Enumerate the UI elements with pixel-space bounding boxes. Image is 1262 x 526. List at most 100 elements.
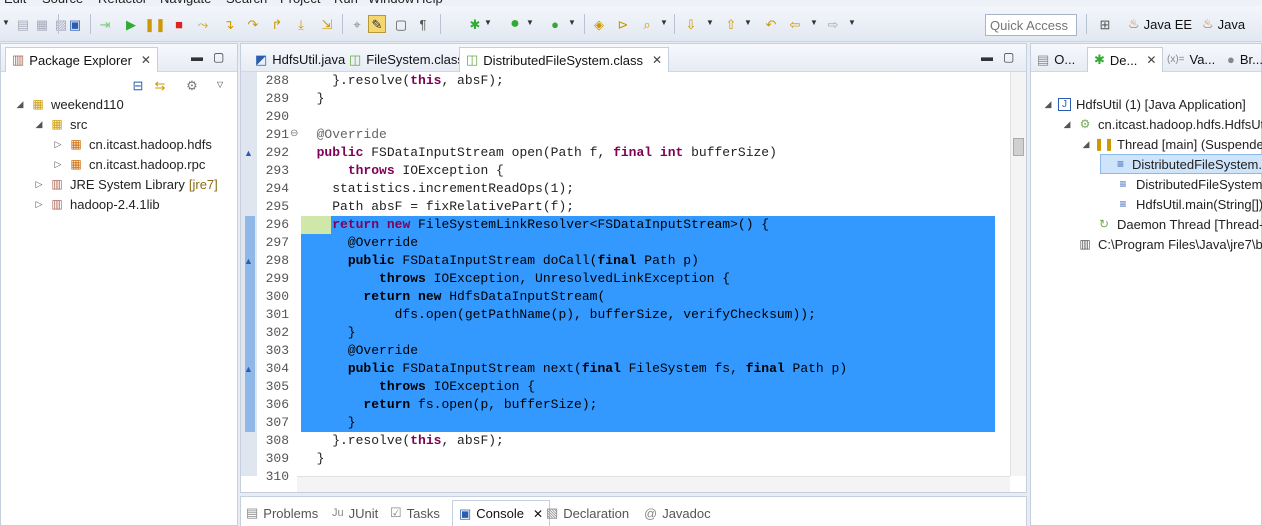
open-type-icon[interactable]: ⊳ (614, 15, 632, 33)
tab-debug[interactable]: ✱ De... ✕ (1087, 47, 1164, 72)
collapsed-icon[interactable]: ▷ (53, 139, 63, 150)
tab-package-explorer[interactable]: ▥ Package Explorer ✕ (5, 47, 158, 72)
tab-problems[interactable]: ▤ Problems (246, 500, 318, 526)
show-whitespace-icon[interactable]: ¶ (414, 15, 432, 33)
view-menu-dropdown-icon[interactable]: ▽ (217, 80, 223, 89)
debug-tree-item[interactable]: ◢ J HdfsUtil (1) [Java Application] (1043, 94, 1246, 114)
tab-tasks[interactable]: ☑ Tasks (390, 500, 440, 526)
link-with-editor-icon[interactable]: ⇆ (151, 76, 169, 94)
vertical-scrollbar[interactable] (1010, 72, 1026, 476)
skip-breakpoints-icon[interactable]: ⇥ (96, 15, 114, 33)
close-icon[interactable]: ✕ (652, 53, 662, 67)
terminal-icon[interactable]: ▣ (66, 15, 84, 33)
tab-variables[interactable]: (x)= Va... (1161, 47, 1221, 72)
previous-annotation-icon[interactable]: ⇧ (722, 15, 740, 33)
disconnect-icon[interactable]: ⤳ (194, 15, 212, 33)
back-icon[interactable]: ⇦ (786, 15, 804, 33)
back-dropdown-icon[interactable]: ▼ (810, 18, 818, 27)
debug-tree-item[interactable]: ◢ ❚❚ Thread [main] (Suspende (1081, 134, 1262, 154)
step-over-icon[interactable]: ↷ (244, 15, 262, 33)
maximize-icon[interactable]: ▢ (1003, 50, 1014, 64)
horizontal-scrollbar[interactable] (297, 476, 1010, 492)
search-icon[interactable]: ⌕ (638, 15, 656, 33)
expanded-icon[interactable]: ◢ (1062, 119, 1072, 130)
debug-tree-item[interactable]: ▥ C:\Program Files\Java\jre7\b (1062, 234, 1262, 254)
minimize-icon[interactable]: ▬ (981, 50, 993, 64)
override-marker-icon[interactable]: ▲ (244, 364, 253, 374)
perspective-java-ee[interactable]: ♨ Java EE (1128, 16, 1192, 32)
tab-console[interactable]: ▣ Console ✕ (452, 500, 551, 526)
close-icon[interactable]: ✕ (141, 53, 151, 67)
expanded-icon[interactable]: ◢ (15, 99, 25, 110)
editor-tab[interactable]: ◫ DistributedFileSystem.class ✕ (459, 47, 670, 72)
next-annotation-dropdown-icon[interactable]: ▼ (706, 18, 714, 27)
minimize-icon[interactable]: ▬ (191, 50, 203, 64)
tree-item[interactable]: ▷ ▦ cn.itcast.hadoop.hdfs (53, 134, 212, 154)
forward-icon[interactable]: ⇨ (824, 15, 842, 33)
tab-junit[interactable]: Ju JUnit (332, 500, 378, 526)
use-step-filters-icon[interactable]: ⇲ (318, 15, 336, 33)
debug-tree-item[interactable]: ◢ ⚙ cn.itcast.hadoop.hdfs.HdfsUt (1062, 114, 1262, 134)
last-edit-location-icon[interactable]: ↶ (762, 15, 780, 33)
debug-tree-item[interactable]: ≡ HdfsUtil.main(String[]) (1100, 194, 1262, 214)
tab-breakpoints[interactable]: ● Br... (1221, 47, 1262, 72)
tree-item[interactable]: ▷ ▥ hadoop-2.4.1lib (34, 194, 160, 214)
highlight-icon[interactable]: ⌖ (348, 15, 366, 33)
override-marker-icon[interactable]: ▲ (244, 256, 253, 266)
new-icon[interactable]: ▤ (14, 15, 32, 33)
expanded-icon[interactable]: ◢ (1043, 99, 1053, 110)
step-return-icon[interactable]: ↱ (268, 15, 286, 33)
package-explorer-panel: ▥ Package Explorer ✕ ▬ ▢ ⊟ ⇆ ⚙ ▽ ◢ ▦ weeke… (0, 43, 238, 526)
debug-tree-item[interactable]: ≡ DistributedFileSystem. (1100, 154, 1262, 174)
step-into-icon[interactable]: ↴ (220, 15, 238, 33)
view-menu-icon[interactable]: ⚙ (183, 76, 201, 94)
collapse-all-icon[interactable]: ⊟ (129, 76, 147, 94)
block-selection-icon[interactable]: ▢ (392, 15, 410, 33)
collapsed-icon[interactable]: ▷ (34, 199, 44, 210)
tree-item[interactable]: ◢ ▦ src (34, 114, 88, 134)
tab-declaration[interactable]: ▧ Declaration (546, 500, 629, 526)
suspend-icon[interactable]: ❚❚ (144, 15, 166, 33)
quick-access-input[interactable] (985, 14, 1077, 36)
close-icon[interactable]: ✕ (1146, 53, 1156, 67)
expanded-icon[interactable]: ◢ (1081, 139, 1091, 150)
save-icon[interactable]: ▦ (33, 15, 51, 33)
external-tools-icon[interactable]: ● (546, 15, 564, 33)
maximize-icon[interactable]: ▢ (213, 50, 224, 64)
collapsed-icon[interactable]: ▷ (53, 159, 63, 170)
expanded-icon[interactable]: ◢ (34, 119, 44, 130)
debug-tree-item[interactable]: ↻ Daemon Thread [Thread- (1081, 214, 1262, 234)
override-marker-icon[interactable]: ▲ (244, 148, 253, 158)
debug-dropdown-icon[interactable]: ▼ (484, 18, 492, 27)
new-java-package-icon[interactable]: ◈ (590, 15, 608, 33)
open-perspective-icon[interactable]: ⊞ (1096, 15, 1114, 33)
previous-annotation-dropdown-icon[interactable]: ▼ (744, 18, 752, 27)
tree-item[interactable]: ◢ ▦ weekend110 (15, 94, 124, 114)
editor-tab[interactable]: ◫ FileSystem.class (343, 47, 470, 72)
drop-to-frame-icon[interactable]: ⤓ (292, 15, 310, 33)
perspective-java[interactable]: ♨ Java (1202, 16, 1245, 32)
tab-outline[interactable]: ▤ O... (1031, 47, 1081, 72)
fold-icon[interactable]: ⊖ (290, 128, 298, 139)
editor-panel: ▬ ▢ ◩ HdfsUtil.java ◫ FileSystem.class ◫ Dist… (240, 43, 1027, 493)
external-tools-dropdown-icon[interactable]: ▼ (568, 18, 576, 27)
run-dropdown-icon[interactable]: ▼ (526, 18, 534, 27)
tree-item[interactable]: ▷ ▦ cn.itcast.hadoop.rpc (53, 154, 206, 174)
collapsed-icon[interactable]: ▷ (34, 179, 44, 190)
scrollbar-thumb[interactable] (1013, 138, 1024, 156)
debug-tree-item[interactable]: ≡ DistributedFileSystem( (1100, 174, 1262, 194)
resume-icon[interactable]: ▶ (122, 15, 140, 33)
forward-dropdown-icon[interactable]: ▼ (848, 18, 856, 27)
tree-item[interactable]: ▷ ▥ JRE System Library [jre7] (34, 174, 218, 194)
next-annotation-icon[interactable]: ⇩ (682, 15, 700, 33)
dropdown-arrow-icon[interactable]: ▼ (2, 18, 10, 27)
debug-icon[interactable]: ✱ (466, 15, 484, 33)
terminate-icon[interactable]: ■ (170, 15, 188, 33)
mark-occurrences-icon[interactable]: ✎ (368, 15, 386, 33)
code-editor[interactable]: ▲ ▲ ▲ 288 289 290 291 292 293 294 295 296 297 298 299… (241, 72, 1026, 492)
tab-javadoc[interactable]: @ Javadoc (644, 500, 711, 526)
run-icon[interactable]: ● (506, 15, 524, 33)
editor-tab[interactable]: ◩ HdfsUtil.java (249, 47, 351, 72)
close-icon[interactable]: ✕ (533, 507, 543, 521)
search-dropdown-icon[interactable]: ▼ (660, 18, 668, 27)
